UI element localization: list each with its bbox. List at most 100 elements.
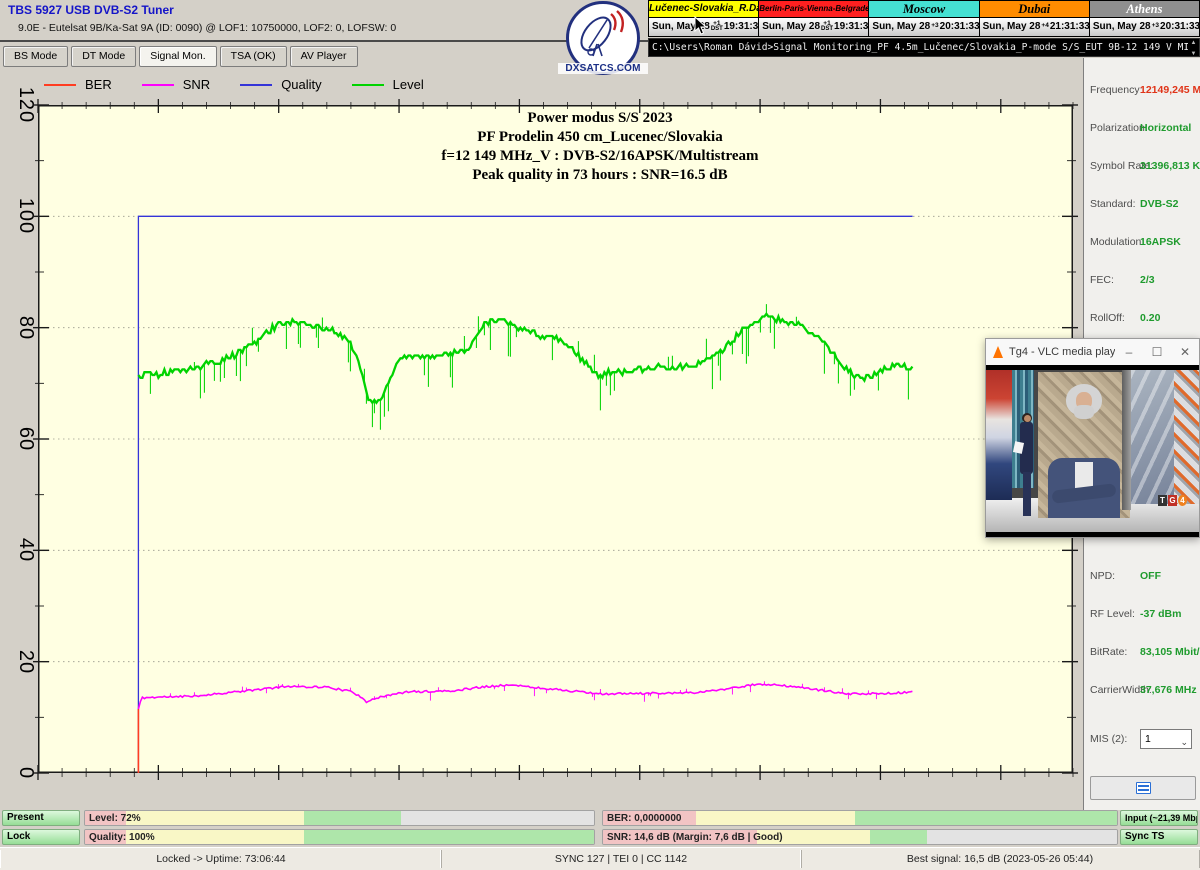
vlc-video-frame[interactable]: T G 4 (986, 365, 1199, 537)
status-row-2: Lock Quality: 100% SNR: 14,6 dB (Margin:… (0, 829, 1200, 846)
dxsatcs-logo: DXSATCS.COM (558, 0, 648, 78)
maximize-button[interactable]: ☐ (1143, 339, 1171, 365)
clock-column-berlin: Berlin-Paris-Vienna-Belgrade Sun, May 28… (759, 1, 869, 36)
studio-side-screen (986, 370, 1012, 500)
studio-orange-panel (1174, 370, 1199, 504)
level-line-swatch (352, 84, 384, 86)
signal-chart-panel: BER SNR Quality Level 020406080100120 Po… (0, 70, 1082, 810)
clock-timezone: +4 (1041, 24, 1048, 29)
param-row-symbol-rate: Symbol Rate: 31396,813 KS/s (1084, 160, 1200, 176)
presenter-face (1024, 415, 1031, 422)
clock-column-moscow: Moscow Sun, May 28 +3 20:31:33 (869, 1, 979, 36)
clock-city: Moscow (869, 1, 978, 18)
clock-city: Dubai (980, 1, 1089, 18)
sync-ts-indicator: Sync TS (1120, 829, 1198, 845)
clock-timezone: +3 (1152, 24, 1159, 29)
mode-tabs: BS Mode DT Mode Signal Mon. TSA (OK) AV … (3, 46, 358, 67)
tab-tsa[interactable]: TSA (OK) (220, 46, 287, 67)
param-row-bitrate: BitRate: 83,105 Mbit/s (1084, 646, 1200, 662)
legend-item-level: Level (352, 77, 424, 92)
param-row-standard: Standard: DVB-S2 (1084, 198, 1200, 214)
legend-item-snr: SNR (142, 77, 210, 92)
clock-time: 21:31:33 (1050, 21, 1090, 32)
console-command-text: C:\Users\Roman Dávid>Signal Monitoring_P… (652, 39, 1188, 58)
tab-dt-mode[interactable]: DT Mode (71, 46, 136, 67)
param-row-rolloff: RollOff: 0.20 (1084, 312, 1200, 328)
clock-time: 20:31:33 (940, 21, 980, 32)
clock-column-dubai: Dubai Sun, May 28 +4 21:31:33 (980, 1, 1090, 36)
clock-timezone: +1DST (821, 22, 833, 31)
level-progress-bar: Level: 72% (84, 810, 595, 826)
quality-line-swatch (240, 84, 272, 86)
snr-progress-bar: SNR: 14,6 dB (Margin: 7,6 dB | Good) (602, 829, 1118, 845)
chart-legend: BER SNR Quality Level (44, 77, 424, 92)
signal-chart (38, 105, 1073, 773)
param-row-fec: FEC: 2/3 (1084, 274, 1200, 290)
tg4-logo: T G 4 (1158, 495, 1187, 506)
status-row-1: Present Level: 72% BER: 0,0000000 Input … (0, 810, 1200, 827)
studio-geometric-wall (1131, 370, 1174, 504)
window-title: TBS 5927 USB DVB-S2 Tuner (8, 3, 174, 17)
chevron-down-icon: ⌄ (1180, 733, 1188, 751)
chart-title-block: Power modus S/S 2023 PF Prodelin 450 cm_… (320, 109, 880, 185)
vlc-window-title: Tg4 - VLC media player (1009, 346, 1115, 358)
statusbar: Locked -> Uptime: 73:06:44 SYNC 127 | TE… (0, 847, 1200, 870)
logo-text: DXSATCS.COM (558, 63, 648, 74)
tv-studio-scene: T G 4 (986, 370, 1199, 532)
studio-pillar (1122, 370, 1131, 510)
scroll-down-icon[interactable]: ▼ (1191, 50, 1197, 58)
sidebar-action-button[interactable] (1090, 776, 1196, 800)
clock-time: 19:31:33 (834, 21, 874, 32)
quality-progress-bar: Quality: 100% (84, 829, 595, 845)
chart-title-line: Power modus S/S 2023 (320, 109, 880, 128)
param-row-rf-level: RF Level: -37 dBm (1084, 608, 1200, 624)
statusbar-sync: SYNC 127 | TEI 0 | CC 1142 (440, 850, 802, 868)
param-row-npd: NPD: OFF (1084, 570, 1200, 586)
clock-time: 19:31:33 (724, 21, 764, 32)
param-row-carrierwidth: CarrierWidth: 37,676 MHz (1084, 684, 1200, 700)
clock-column-athens: Athens Sun, May 28 +3 20:31:33 (1090, 1, 1199, 36)
tuner-subtitle: 9.0E - Eutelsat 9B/Ka-Sat 9A (ID: 0090) … (18, 22, 396, 34)
studio-guest-screen (1038, 372, 1130, 518)
vlc-cone-icon (993, 346, 1003, 358)
clock-city: Athens (1090, 1, 1199, 18)
clock-date: Sun, May 28 (762, 21, 820, 32)
world-clocks: Lučenec-Slovakia_R.Dávid Sun, May 28 +1D… (648, 0, 1200, 37)
presenter-legs (1023, 472, 1031, 516)
clock-time: 20:31:33 (1160, 21, 1200, 32)
chart-title-line: f=12 149 MHz_V : DVB-S2/16APSK/Multistre… (320, 147, 880, 166)
param-row-mis: MIS (2): 1 ⌄ (1084, 733, 1200, 749)
clock-timezone: +3 (931, 24, 938, 29)
scroll-up-icon[interactable]: ▲ (1191, 39, 1197, 47)
close-button[interactable]: ✕ (1171, 339, 1199, 365)
clock-timezone: +1DST (711, 22, 723, 31)
lock-indicator: Lock (2, 829, 80, 845)
clock-date: Sun, May 28 (1093, 21, 1151, 32)
console-scrollbar[interactable]: ▲ ▼ (1188, 39, 1199, 58)
mouse-cursor (694, 16, 708, 36)
tab-av-player[interactable]: AV Player (290, 46, 358, 67)
legend-item-ber: BER (44, 77, 112, 92)
clock-date: Sun, May 28 (983, 21, 1041, 32)
app-window: TBS 5927 USB DVB-S2 Tuner 9.0E - Eutelsa… (0, 0, 1200, 870)
tab-bs-mode[interactable]: BS Mode (3, 46, 68, 67)
legend-item-quality: Quality (240, 77, 321, 92)
tab-signal-mon[interactable]: Signal Mon. (139, 46, 216, 67)
guest-beard (1074, 405, 1094, 419)
vlc-titlebar[interactable]: Tg4 - VLC media player – ☐ ✕ (986, 339, 1199, 365)
input-bitrate-indicator: Input (~21,39 Mbps) (1120, 810, 1198, 826)
clock-date: Sun, May 28 (872, 21, 930, 32)
param-row-modulation: Modulation: 16APSK (1084, 236, 1200, 252)
mis-select[interactable]: 1 ⌄ (1140, 729, 1192, 749)
param-row-polarization: Polarization: Horizontal (1084, 122, 1200, 138)
stream-list-icon (1136, 782, 1151, 794)
statusbar-uptime: Locked -> Uptime: 73:06:44 (0, 850, 442, 868)
vlc-window[interactable]: Tg4 - VLC media player – ☐ ✕ (985, 338, 1200, 538)
minimize-button[interactable]: – (1115, 339, 1143, 365)
console-bar[interactable]: C:\Users\Roman Dávid>Signal Monitoring_P… (648, 38, 1200, 57)
chart-title-line: Peak quality in 73 hours : SNR=16.5 dB (320, 166, 880, 185)
present-indicator: Present (2, 810, 80, 826)
snr-line-swatch (142, 84, 174, 86)
ber-progress-bar: BER: 0,0000000 (602, 810, 1118, 826)
clock-city: Berlin-Paris-Vienna-Belgrade (759, 1, 868, 18)
